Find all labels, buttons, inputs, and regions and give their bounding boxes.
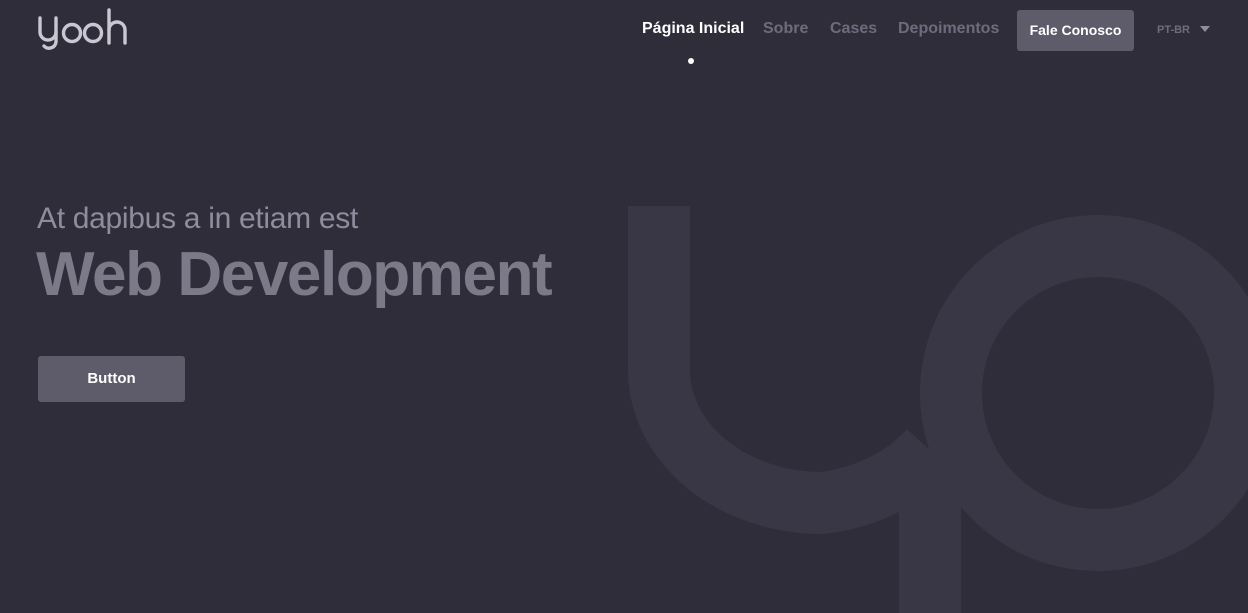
hero-kicker: At dapibus a in etiam est — [37, 202, 359, 235]
nav-link-sobre[interactable]: Sobre — [763, 20, 808, 38]
nav-link-cases[interactable]: Cases — [830, 20, 877, 38]
hero-title: Web Development — [36, 240, 553, 309]
contact-button[interactable]: Fale Conosco — [1017, 10, 1134, 51]
language-label: PT-BR — [1157, 24, 1190, 36]
yooh-logo[interactable] — [37, 6, 129, 50]
nav-link-depoimentos[interactable]: Depoimentos — [898, 20, 999, 38]
language-selector[interactable]: PT-BR — [1157, 24, 1210, 36]
chevron-down-icon — [1200, 26, 1210, 32]
hero-button[interactable]: Button — [38, 356, 185, 402]
active-nav-indicator — [688, 58, 694, 64]
nav-link-pagina-inicial[interactable]: Página Inicial — [642, 20, 744, 38]
